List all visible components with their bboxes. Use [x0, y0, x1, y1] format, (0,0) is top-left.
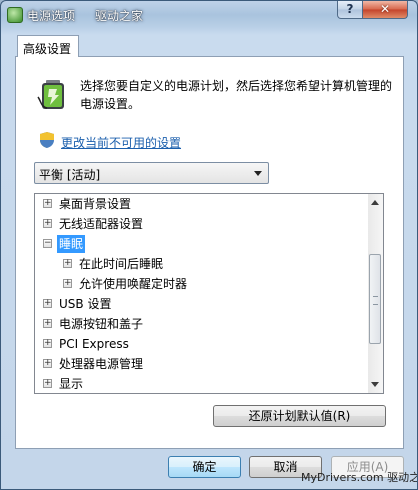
close-button[interactable]: ✕	[362, 1, 408, 19]
tree-scrollbar[interactable]	[368, 194, 383, 393]
title-bar[interactable]: 电源选项 驱动之家 ? ✕	[1, 1, 417, 29]
expand-icon[interactable]: +	[43, 379, 52, 388]
expand-icon[interactable]: +	[63, 259, 72, 268]
scroll-down-arrow-icon[interactable]	[371, 382, 379, 387]
chevron-down-icon[interactable]	[254, 171, 262, 176]
tree-item-label: 无线适配器设置	[59, 217, 144, 231]
watermark-title: 驱动之家	[95, 9, 144, 23]
expand-icon[interactable]: +	[63, 279, 72, 288]
battery-plug-icon	[37, 80, 64, 109]
expand-icon[interactable]: +	[43, 359, 52, 368]
settings-tree[interactable]: + 桌面背景设置 + 无线适配器设置 − 睡眠 + 在此时间后睡眠 + 允许使用…	[34, 193, 384, 394]
description-text: 选择您要自定义的电源计划，然后选择您希望计算机管理的电源设置。	[80, 79, 393, 111]
collapse-icon[interactable]: −	[43, 239, 52, 248]
expand-icon[interactable]: +	[43, 299, 52, 308]
tab-advanced-settings[interactable]: 高级设置	[17, 35, 79, 57]
tree-item-label: PCI Express	[59, 337, 129, 351]
expand-icon[interactable]: +	[43, 199, 52, 208]
power-plan-select[interactable]: 平衡 [活动]	[34, 162, 269, 184]
window-title: 电源选项	[27, 9, 76, 23]
tree-item-label: 允许使用唤醒定时器	[79, 277, 188, 291]
tree-item-label: 睡眠	[57, 235, 86, 253]
power-options-icon	[7, 7, 23, 23]
tree-item-label: 电源按钮和盖子	[59, 317, 144, 331]
scroll-up-arrow-icon[interactable]	[371, 200, 379, 205]
tree-item-label: 桌面背景设置	[59, 197, 132, 211]
power-plan-select-value: 平衡 [活动]	[39, 168, 101, 182]
change-unavailable-settings-link[interactable]: 更改当前不可用的设置	[61, 134, 181, 151]
watermark-bottom: MyDrivers.com 驱动之家	[301, 471, 417, 484]
tree-item-label: 处理器电源管理	[59, 357, 144, 371]
grip-icon	[373, 296, 378, 305]
tree-item-label: 显示	[59, 377, 84, 391]
expand-icon[interactable]: +	[43, 219, 52, 228]
tree-item-label: 在此时间后睡眠	[79, 257, 164, 271]
expand-icon[interactable]: +	[43, 339, 52, 348]
scrollbar-thumb[interactable]	[369, 254, 381, 344]
restore-defaults-button[interactable]: 还原计划默认值(R)	[213, 405, 386, 427]
ok-button[interactable]: 确定	[168, 456, 241, 478]
shield-icon	[40, 132, 54, 148]
power-options-window: 电源选项 驱动之家 ? ✕ 高级设置 选择您要自定义的电源计划，然后选择您希望计…	[0, 0, 418, 490]
tree-item-label: USB 设置	[59, 297, 112, 311]
help-button[interactable]: ?	[337, 1, 363, 19]
expand-icon[interactable]: +	[43, 319, 52, 328]
